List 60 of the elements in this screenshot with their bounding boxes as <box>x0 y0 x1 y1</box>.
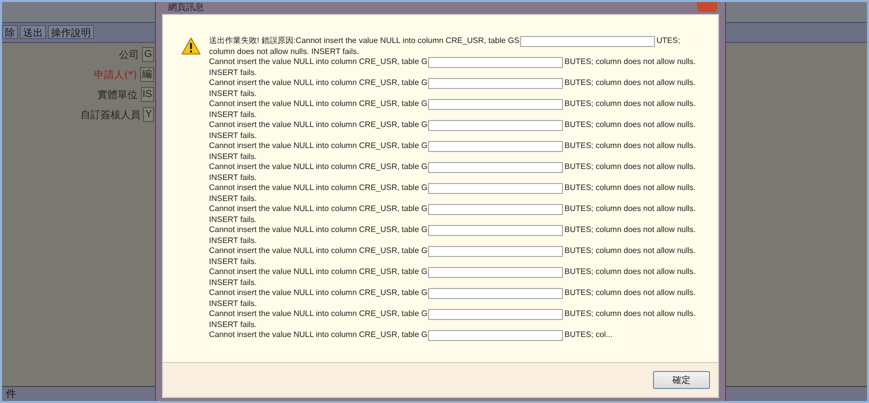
message-text: Cannot insert the value NULL into column CRE_USR, table G <box>209 309 428 320</box>
message-text: Cannot insert the value NULL into column CRE_USR, table G <box>209 183 428 194</box>
close-button[interactable] <box>697 2 717 12</box>
message-text: Cannot insert the value NULL into column CRE_USR, table G <box>209 204 428 214</box>
message-text: Cannot insert the value NULL into column CRE_USR, table G <box>209 57 428 68</box>
message-text: BUTES; column does not allow nulls. <box>564 99 696 110</box>
input-field[interactable]: 編 <box>140 67 154 82</box>
field-label: 公司 <box>119 48 140 62</box>
message-text: Cannot insert the value NULL into column CRE_USR, table G <box>209 99 428 110</box>
toolbar-button[interactable]: 操作說明 <box>48 25 94 39</box>
warning-icon <box>181 37 201 55</box>
message-text: INSERT fails. <box>209 130 257 141</box>
message-text: BUTES; column does not allow nulls. <box>564 183 696 194</box>
message-text: Cannot insert the value NULL into column CRE_USR, table G <box>209 225 428 236</box>
message-text: BUTES; column does not allow nulls. <box>564 309 696 320</box>
message-text: BUTES; column does not allow nulls. <box>564 57 696 68</box>
field-label: 申請人(*) <box>94 68 137 82</box>
message-text: Cannot insert the value NULL into column CRE_USR, table G <box>209 162 428 172</box>
message-text: 送出作業失敗! 錯誤原因:Cannot insert the value NULL into column CRE_USR, table GS <box>209 36 520 46</box>
message-text: BUTES; column does not allow nulls. <box>564 225 696 236</box>
message-text: INSERT fails. <box>209 256 257 267</box>
message-text: INSERT fails. <box>209 278 257 288</box>
message-text: BUTES; column does not allow nulls. <box>564 78 696 88</box>
dialog-title: 網頁訊息 <box>168 3 204 14</box>
message-text: BUTES; column does not allow nulls. <box>564 162 696 172</box>
status-text: 件 <box>6 389 16 400</box>
message-text: BUTES; column does not allow nulls. <box>564 267 696 278</box>
message-text: column does not allow nulls. INSERT fails. <box>209 46 359 57</box>
input-field[interactable]: IS <box>140 87 154 102</box>
message-text: Cannot insert the value NULL into column CRE_USR, table G <box>209 141 428 152</box>
message-text: INSERT fails. <box>209 320 257 330</box>
message-text: BUTES; column does not allow nulls. <box>564 141 696 152</box>
input-field[interactable]: G <box>142 47 154 62</box>
message-text: INSERT fails. <box>209 88 257 99</box>
field-label: 自訂簽核人員 <box>80 108 140 122</box>
message-text: INSERT fails. <box>209 172 257 183</box>
toolbar-button[interactable]: 送出 <box>20 25 46 39</box>
message-text: INSERT fails. <box>209 194 257 204</box>
message-text: Cannot insert the value NULL into column CRE_USR, table G <box>209 267 428 278</box>
message-text: Cannot insert the value NULL into column CRE_USR, table G <box>209 288 428 298</box>
message-text: Cannot insert the value NULL into column CRE_USR, table G <box>209 246 428 256</box>
message-text: INSERT fails. <box>209 214 257 225</box>
message-text: BUTES; column does not allow nulls. <box>564 246 696 256</box>
toolbar-button[interactable]: 除 <box>2 25 18 39</box>
message-text: UTES; <box>656 36 680 46</box>
message-text: Cannot insert the value NULL into column CRE_USR, table G <box>209 120 428 130</box>
message-text: BUTES; column does not allow nulls. <box>564 120 696 130</box>
message-text: INSERT fails. <box>209 110 257 120</box>
ok-button[interactable]: 確定 <box>653 371 710 389</box>
message-text: Cannot insert the value NULL into column CRE_USR, table G <box>209 78 428 88</box>
message-text: Cannot insert the value NULL into column CRE_USR, table G <box>209 330 428 340</box>
input-field[interactable]: Y <box>143 107 154 122</box>
message-text: BUTES; column does not allow nulls. <box>564 204 696 214</box>
message-text: INSERT fails. <box>209 236 257 246</box>
message-text: BUTES; column does not allow nulls. <box>564 288 696 298</box>
message-text: BUTES; col... <box>564 330 612 340</box>
message-text: INSERT fails. <box>209 68 257 78</box>
message-text: INSERT fails. <box>209 298 257 309</box>
field-label: 實體單位 <box>98 88 138 102</box>
message-text: INSERT fails. <box>209 152 257 162</box>
